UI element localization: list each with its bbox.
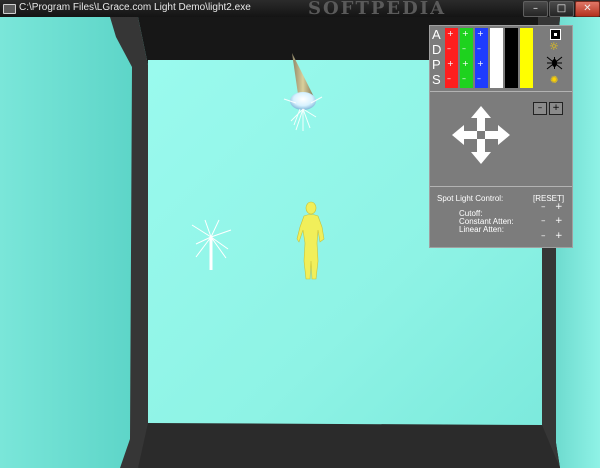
spot-light-label: Spot Light Control:	[437, 194, 504, 203]
swatch-adjust-mark[interactable]: +	[447, 60, 460, 75]
swatch-adjust-mark[interactable]: –	[447, 75, 460, 90]
spider-light-icon[interactable]	[546, 54, 563, 72]
square-light-icon[interactable]	[550, 29, 561, 40]
color-swatches: + – + – + – + – + – + –	[445, 28, 549, 88]
color-swatch-column[interactable]	[520, 28, 533, 88]
swatch-adjust-mark[interactable]: +	[477, 30, 490, 45]
linear-atten-minus-button[interactable]: –	[541, 231, 546, 241]
swatch-adjust-mark[interactable]: –	[462, 45, 475, 60]
swatch-adjust-mark[interactable]: –	[477, 75, 490, 90]
panel-separator-1	[430, 91, 572, 92]
left-wall	[0, 17, 148, 468]
swatch-adjust-mark[interactable]: –	[462, 75, 475, 90]
swatch-adjust-mark[interactable]: –	[447, 45, 460, 60]
sun-light-icon[interactable]: ☼	[549, 41, 560, 52]
floor-edge	[138, 423, 560, 468]
maximize-button[interactable]: □	[549, 1, 574, 17]
row-label-p: P	[432, 57, 441, 72]
swatch-adjust-mark[interactable]: +	[477, 60, 490, 75]
swatch-adjust-mark[interactable]: +	[462, 30, 475, 45]
panel-separator-2	[430, 186, 572, 187]
linear-atten-label: Linear Atten:	[459, 225, 504, 234]
bulb-light-icon[interactable]: ✺	[550, 76, 559, 86]
swatch-adjust-mark[interactable]: +	[447, 30, 460, 45]
linear-atten-plus-button[interactable]: +	[555, 231, 563, 241]
swatch-adjust-mark[interactable]: +	[462, 60, 475, 75]
control-panel: A D P S +–+–+–+–+–+– ☼ ✺ – +	[429, 25, 573, 248]
title-bar: C:\Program Files\LGrace.com Light Demo\l…	[0, 0, 600, 19]
spot-plus-button[interactable]: +	[555, 202, 563, 212]
close-button[interactable]: ✕	[575, 1, 600, 17]
color-swatch-column[interactable]	[505, 28, 518, 88]
swatch-adjust-mark[interactable]: –	[477, 45, 490, 60]
constant-atten-plus-button[interactable]: +	[555, 216, 563, 226]
row-label-d: D	[432, 42, 442, 57]
row-label-s: S	[432, 72, 441, 87]
zoom-in-button[interactable]: +	[549, 102, 563, 115]
color-swatch-column[interactable]	[490, 28, 503, 88]
zoom-out-button[interactable]: –	[533, 102, 547, 115]
row-label-a: A	[432, 27, 441, 42]
3d-viewport[interactable]: A D P S +–+–+–+–+–+– ☼ ✺ – +	[0, 17, 600, 468]
window-title: C:\Program Files\LGrace.com Light Demo\l…	[19, 2, 251, 13]
minimize-button[interactable]: –	[523, 1, 548, 17]
spot-minus-button[interactable]: –	[541, 202, 546, 212]
app-icon	[3, 4, 16, 14]
constant-atten-minus-button[interactable]: –	[541, 216, 546, 226]
move-arrows-icon[interactable]	[452, 106, 510, 164]
